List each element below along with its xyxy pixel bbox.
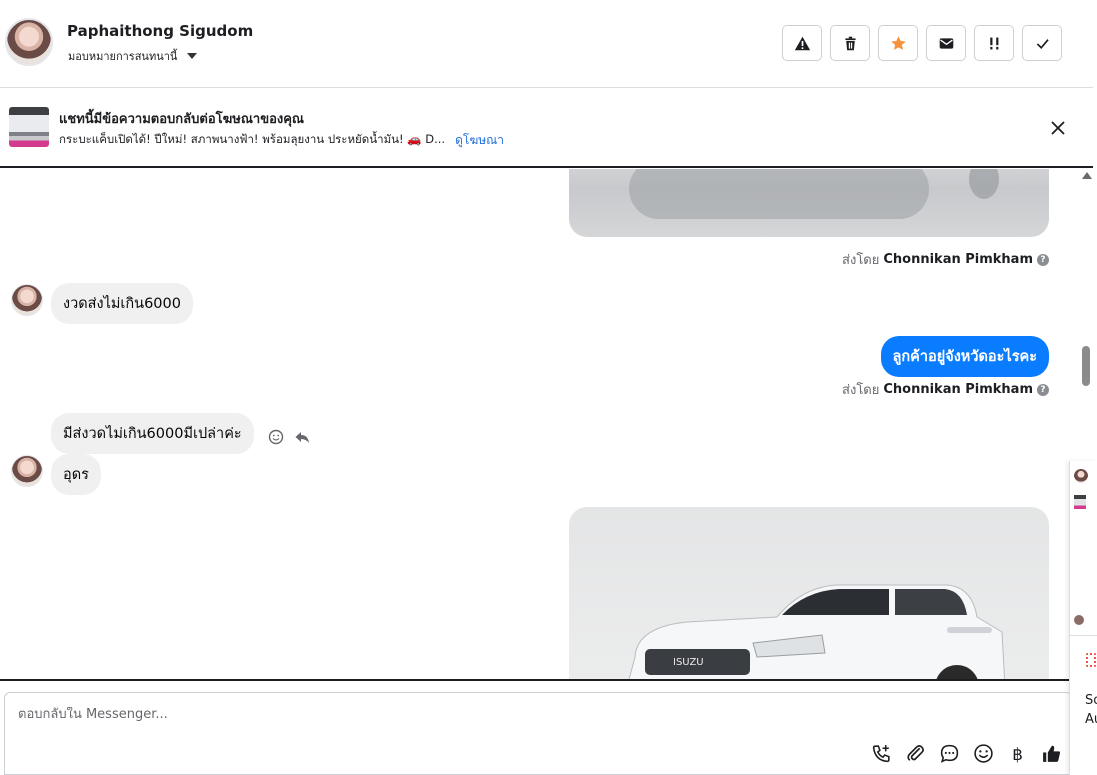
view-ad-link[interactable]: ดูโฆษณา <box>455 131 504 150</box>
photo-shape <box>969 169 999 199</box>
assign-conversation-dropdown[interactable]: มอบหมายการสนทนานี้ <box>68 47 198 65</box>
sent-by-line: ส่งโดย Chonnikan Pimkham ? <box>842 379 1049 400</box>
side-preview-panel: So Au <box>1069 461 1097 775</box>
sent-by-line: ส่งโดย Chonnikan Pimkham ? <box>842 249 1049 270</box>
priority-icon <box>989 37 998 49</box>
emoji-react-icon[interactable] <box>268 429 284 445</box>
chat-header: Paphaithong Sigudom มอบหมายการสนทนานี้ <box>0 0 1093 88</box>
checkmark-icon <box>1036 38 1049 49</box>
chat-bubble-icon[interactable] <box>939 743 960 764</box>
sent-car-photo[interactable]: ISUZU <box>569 507 1049 679</box>
outgoing-message[interactable]: ลูกค้าอยู่จังหวัดอะไรคะ <box>880 336 1049 377</box>
incoming-message[interactable]: อุดร <box>51 454 101 495</box>
star-icon <box>890 35 906 50</box>
attachment-icon[interactable] <box>905 743 926 764</box>
reply-input[interactable] <box>18 707 818 722</box>
panel-text: So <box>1085 693 1097 708</box>
incoming-message[interactable]: งวดส่งไม่เกิน6000 <box>51 283 193 324</box>
trash-icon <box>844 36 856 50</box>
ad-reply-banner: แชทนี้มีข้อความตอบกลับต่อโฆษณาของคุณ กระ… <box>0 89 1093 168</box>
pickup-truck-image: ISUZU <box>628 584 1006 679</box>
ad-thumbnail[interactable] <box>9 107 49 147</box>
delete-button[interactable] <box>830 25 870 61</box>
message-composer: ฿ <box>4 692 1072 775</box>
contact-avatar[interactable] <box>5 18 53 66</box>
message-actions <box>268 429 310 445</box>
phone-add-icon[interactable] <box>871 743 892 764</box>
agent-name: Chonnikan Pimkham <box>883 252 1033 267</box>
follow-up-button[interactable] <box>974 25 1014 61</box>
star-button[interactable] <box>878 25 918 61</box>
close-icon[interactable] <box>1048 118 1068 138</box>
report-spam-button[interactable] <box>782 25 822 61</box>
composer-toolbar: ฿ <box>871 743 1062 764</box>
contact-name[interactable]: Paphaithong Sigudom <box>67 22 253 40</box>
baht-icon[interactable]: ฿ <box>1007 743 1028 764</box>
preview-ad-thumbnail <box>1074 495 1086 509</box>
sent-by-prefix: ส่งโดย <box>842 383 880 398</box>
ad-banner-subtitle: กระบะแค็บเปิดได้! ปีใหม่! สภาพนางฟ้า! พร… <box>59 131 504 150</box>
mark-done-button[interactable] <box>1022 25 1062 61</box>
ad-caption: กระบะแค็บเปิดได้! ปีใหม่! สภาพนางฟ้า! พร… <box>59 132 446 146</box>
mail-icon <box>939 37 953 49</box>
emoji-icon[interactable] <box>973 743 994 764</box>
messenger-chat-window: Paphaithong Sigudom มอบหมายการสนทนานี้ แ… <box>0 0 1097 775</box>
scrollbar-thumb[interactable] <box>1082 346 1090 386</box>
agent-name: Chonnikan Pimkham <box>883 382 1033 397</box>
panel-divider <box>1070 635 1097 636</box>
photo-shape <box>629 169 929 219</box>
warning-icon <box>794 36 810 50</box>
scroll-up-arrow-icon[interactable] <box>1082 172 1092 179</box>
assign-label: มอบหมายการสนทนานี้ <box>68 50 178 63</box>
caret-down-icon <box>187 53 198 59</box>
conversation-thread: ส่งโดย Chonnikan Pimkham ? งวดส่งไม่เกิน… <box>0 169 1093 681</box>
baht-glyph: ฿ <box>1012 744 1023 764</box>
help-icon[interactable]: ? <box>1037 383 1049 396</box>
car-brand-badge: ISUZU <box>673 657 704 668</box>
panel-text: Au <box>1085 712 1097 727</box>
reply-icon[interactable] <box>294 429 310 445</box>
mark-unread-button[interactable] <box>926 25 966 61</box>
incoming-message[interactable]: มีส่งวดไม่เกิน6000มีเปล่าค่ะ <box>51 413 254 454</box>
sent-photo-attachment[interactable] <box>569 169 1049 237</box>
conversation-toolbar <box>782 25 1062 61</box>
preview-avatar-small <box>1074 615 1084 625</box>
ad-banner-title: แชทนี้มีข้อความตอบกลับต่อโฆษณาของคุณ <box>59 112 304 127</box>
customer-avatar[interactable] <box>11 284 43 316</box>
sent-by-prefix: ส่งโดย <box>842 253 880 268</box>
preview-avatar[interactable] <box>1074 469 1088 483</box>
thumbs-up-icon[interactable] <box>1041 743 1062 764</box>
help-icon[interactable]: ? <box>1037 253 1049 266</box>
customer-avatar[interactable] <box>11 455 43 487</box>
lead-icon <box>1086 653 1096 667</box>
